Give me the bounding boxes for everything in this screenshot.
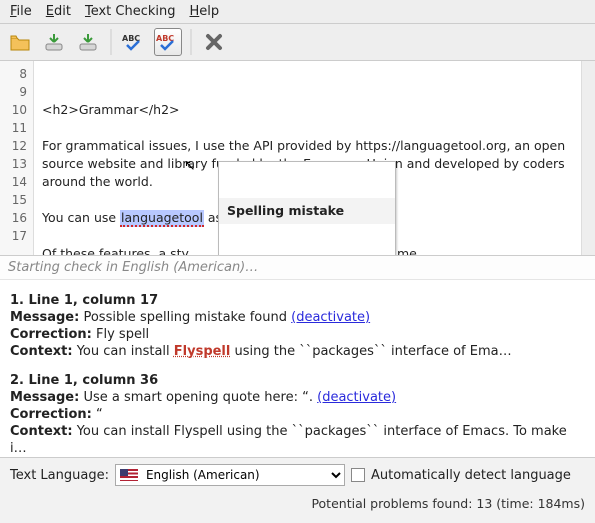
code-area[interactable]: <h2>Grammar</h2> For grammatical issues,… — [34, 61, 581, 255]
line-number: 8 — [0, 65, 27, 83]
abc-check-icon: ABC — [121, 32, 147, 52]
line-number: 10 — [0, 101, 27, 119]
result-title: 1. Line 1, column 17 — [10, 293, 158, 308]
menu-edit[interactable]: Edit — [40, 2, 77, 21]
label: Message: — [10, 310, 79, 325]
save-down-alt-icon — [77, 32, 99, 52]
deactivate-link[interactable]: (deactivate) — [291, 310, 370, 325]
line-number: 15 — [0, 191, 27, 209]
spell-suggestion-popup: Spelling mistake language tool LanguageT… — [218, 161, 396, 255]
line-number: 17 — [0, 227, 27, 245]
code-line: around the world. — [42, 174, 153, 189]
statusbar: Potential problems found: 13 (time: 184m… — [0, 492, 595, 511]
correction-text: Fly spell — [92, 327, 149, 342]
export-button[interactable] — [74, 28, 102, 56]
bottom-bar: Text Language: English (American) Automa… — [0, 458, 595, 492]
line-number: 9 — [0, 83, 27, 101]
line-number: 14 — [0, 173, 27, 191]
line-number: 13 — [0, 155, 27, 173]
deactivate-link[interactable]: (deactivate) — [317, 390, 396, 405]
editor-pane: 8 9 10 11 12 13 14 15 16 17 <h2>Grammar<… — [0, 61, 595, 256]
context-text: You can install — [73, 344, 174, 359]
spellcheck-selected-button[interactable]: ABC — [154, 28, 182, 56]
menu-text-checking[interactable]: Text Checking — [79, 2, 182, 21]
toolbar-separator — [190, 29, 192, 55]
message-text: Possible spelling mistake found — [79, 310, 291, 325]
save-down-icon — [43, 32, 65, 52]
auto-detect-checkbox[interactable] — [351, 468, 365, 482]
line-number: 11 — [0, 119, 27, 137]
code-line: For grammatical issues, I use the API pr… — [42, 138, 565, 153]
auto-detect-label: Automatically detect language — [371, 468, 571, 483]
label: Context: — [10, 344, 73, 359]
language-select[interactable]: English (American) — [115, 464, 345, 486]
flag-us-icon — [120, 469, 138, 481]
save-button[interactable] — [40, 28, 68, 56]
line-number: 12 — [0, 137, 27, 155]
menu-help[interactable]: Help — [184, 2, 226, 21]
folder-open-icon — [9, 32, 31, 52]
label: Context: — [10, 424, 73, 439]
line-gutter: 8 9 10 11 12 13 14 15 16 17 — [0, 61, 34, 255]
context-text: using the ``packages`` interface of Ema… — [230, 344, 511, 359]
menubar: File Edit Text Checking Help — [0, 0, 595, 24]
close-x-icon — [204, 32, 224, 52]
scrollbar-vertical[interactable] — [581, 61, 595, 255]
spell-error-word[interactable]: languagetool — [120, 210, 204, 227]
context-text: You can install Flyspell using the ``pac… — [10, 424, 567, 456]
message-text: Use a smart opening quote here: “. — [79, 390, 317, 405]
label: Correction: — [10, 407, 92, 422]
correction-text: “ — [92, 407, 103, 422]
text-language-label: Text Language: — [10, 468, 109, 483]
label: Correction: — [10, 327, 92, 342]
open-button[interactable] — [6, 28, 34, 56]
spellcheck-button[interactable]: ABC — [120, 28, 148, 56]
abc-check-red-icon: ABC — [155, 32, 181, 52]
toolbar: ABC ABC — [0, 24, 595, 61]
label: Message: — [10, 390, 79, 405]
line-number: 16 — [0, 209, 27, 227]
code-line: <h2>Grammar</h2> — [42, 102, 180, 117]
close-button[interactable] — [200, 28, 228, 56]
context-error-word: Flyspell — [174, 344, 231, 359]
check-status-line: Starting check in English (American)… — [0, 256, 595, 280]
statusbar-text: Potential problems found: 13 (time: 184m… — [311, 496, 585, 511]
code-text: Of these features, a sty — [42, 246, 189, 255]
menu-file[interactable]: File — [4, 2, 38, 21]
toolbar-separator — [110, 29, 112, 55]
code-text: You can use — [42, 210, 120, 225]
popup-header: Spelling mistake — [219, 198, 395, 224]
results-pane: 1. Line 1, column 17 Message: Possible s… — [0, 280, 595, 458]
result-title: 2. Line 1, column 36 — [10, 373, 158, 388]
